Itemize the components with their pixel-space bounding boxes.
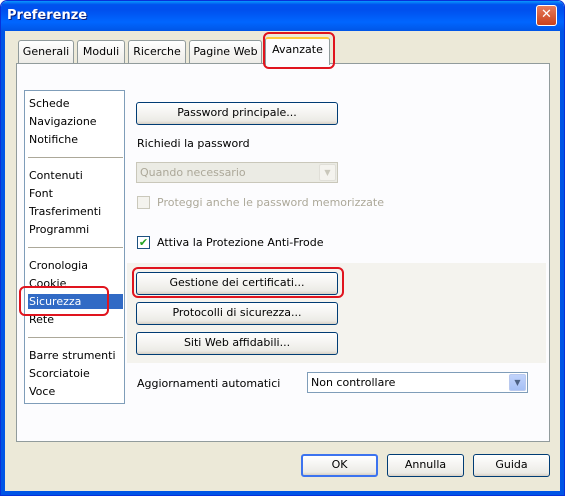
master-password-button[interactable]: Password principale... [136,102,338,125]
chevron-down-icon: ▼ [319,164,336,181]
ask-password-label: Richiedi la password [137,137,250,150]
close-icon: ✕ [541,7,552,22]
list-item-barre-strumenti[interactable]: Barre strumenti [28,348,116,363]
tab-pagine-web[interactable]: Pagine Web [189,40,262,64]
button-label: OK [331,458,348,471]
window-frame-right [560,31,564,495]
list-item-scorciatoie[interactable]: Scorciatoie [28,366,90,381]
fraud-protection-label: Attiva la Protezione Anti-Frode [157,236,324,249]
close-button[interactable]: ✕ [536,5,557,26]
list-item-notifiche[interactable]: Notifiche [28,132,78,147]
ask-password-select[interactable]: Quando necessario ▼ [136,162,338,183]
tab-moduli[interactable]: Moduli [77,40,125,64]
tab-generali[interactable]: Generali [18,40,74,64]
button-label: Siti Web affidabili... [183,336,291,349]
trusted-sites-button[interactable]: Siti Web affidabili... [136,332,338,355]
tab-ricerche[interactable]: Ricerche [128,40,186,64]
select-value: Quando necessario [140,166,246,179]
list-item-font[interactable]: Font [28,186,53,201]
button-label: Password principale... [177,106,297,119]
tab-label: Ricerche [133,45,181,58]
security-protocols-button[interactable]: Protocolli di sicurezza... [136,302,338,325]
preferences-dialog: Preferenze ✕ Generali Moduli Ricerche Pa… [0,0,565,496]
auto-updates-label: Aggiornamenti automatici [137,377,281,390]
title-bar[interactable]: Preferenze ✕ [1,1,564,31]
list-item-trasferimenti[interactable]: Trasferimenti [28,204,101,219]
list-item-schede[interactable]: Schede [28,96,70,111]
help-button[interactable]: Guida [473,454,550,477]
select-value: Non controllare [311,376,396,389]
button-label: Gestione dei certificati... [169,276,305,289]
cancel-button[interactable]: Annulla [387,454,464,477]
list-divider [28,247,123,248]
tab-avanzate[interactable]: Avanzate [265,37,330,65]
list-divider [28,337,123,338]
button-label: Annulla [404,458,447,471]
certificates-button[interactable]: Gestione dei certificati... [136,272,338,295]
window-frame-bottom [1,491,564,495]
list-divider [28,157,123,158]
button-label: Guida [495,458,528,471]
list-item-cookie[interactable]: Cookie [28,276,66,291]
list-item-programmi[interactable]: Programmi [28,222,89,237]
chevron-down-icon: ▼ [509,374,526,391]
tab-label: Avanzate [272,43,323,56]
list-item-sicurezza[interactable]: Sicurezza [28,294,123,309]
protect-saved-label: Proteggi anche le password memorizzate [157,196,384,209]
window-title: Preferenze [7,8,88,23]
fraud-protection-checkbox[interactable]: ✔ [137,236,150,249]
ok-button[interactable]: OK [301,454,378,477]
list-item-rete[interactable]: Rete [28,312,54,327]
list-item-cronologia[interactable]: Cronologia [28,258,88,273]
tab-label: Pagine Web [193,45,258,58]
list-item-voce[interactable]: Voce [28,384,55,399]
tab-label: Moduli [82,45,120,58]
list-item-navigazione[interactable]: Navigazione [28,114,97,129]
button-label: Protocolli di sicurezza... [172,306,302,319]
window-frame-left [1,31,5,495]
list-item-contenuti[interactable]: Contenuti [28,168,83,183]
category-list: Schede Navigazione Notifiche Contenuti F… [24,90,125,404]
protect-saved-checkbox[interactable] [137,196,150,209]
auto-updates-select[interactable]: Non controllare ▼ [307,372,528,393]
checkmark-icon: ✔ [138,236,149,249]
tab-label: Generali [22,45,70,58]
